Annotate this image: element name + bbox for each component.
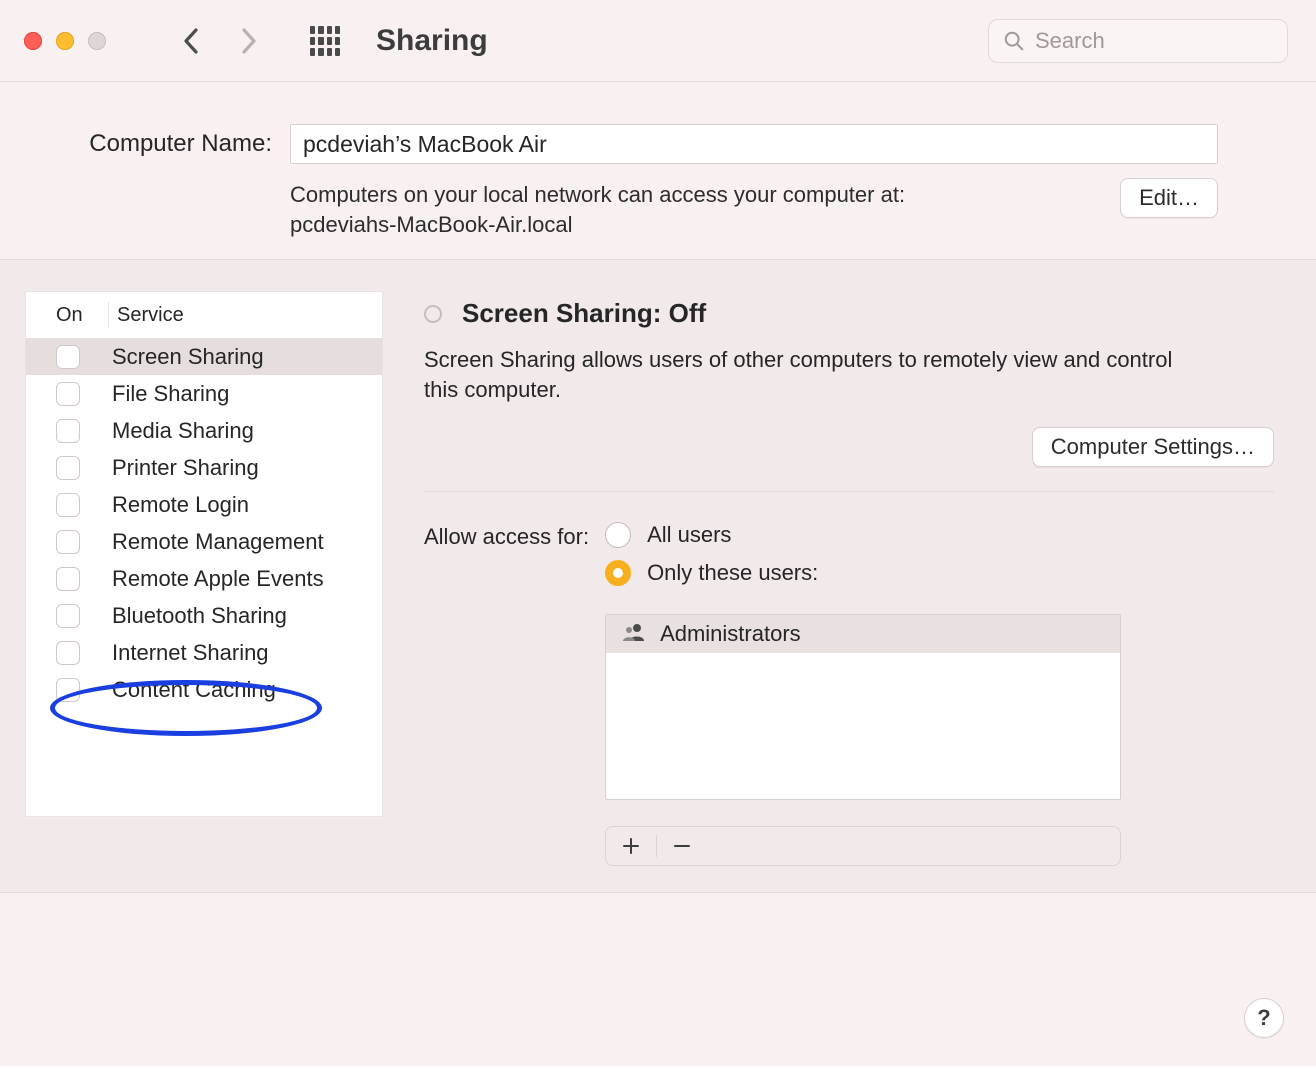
service-row[interactable]: File Sharing — [26, 375, 382, 412]
computer-name-input[interactable]: pcdeviah’s MacBook Air — [290, 124, 1218, 164]
access-radio-group: All users Only these users: — [605, 522, 1121, 866]
col-header-service: Service — [108, 302, 382, 328]
help-button[interactable]: ? — [1244, 998, 1284, 1038]
nav-buttons — [172, 21, 268, 61]
service-label: Content Caching — [80, 677, 276, 703]
show-all-prefs-button[interactable] — [310, 26, 340, 56]
service-row[interactable]: Printer Sharing — [26, 449, 382, 486]
service-status-description: Screen Sharing allows users of other com… — [424, 345, 1184, 404]
users-group-icon — [622, 621, 646, 647]
list-item[interactable]: Administrators — [606, 615, 1120, 653]
service-checkbox[interactable] — [56, 382, 80, 406]
service-row[interactable]: Remote Apple Events — [26, 560, 382, 597]
service-checkbox[interactable] — [56, 641, 80, 665]
toolbar: Sharing Search — [0, 0, 1316, 82]
allow-access-label: Allow access for: — [424, 522, 589, 550]
add-user-button[interactable] — [606, 827, 656, 865]
service-checkbox[interactable] — [56, 604, 80, 628]
remove-user-button[interactable] — [657, 827, 707, 865]
plus-icon — [622, 837, 640, 855]
service-row[interactable]: Internet Sharing — [26, 634, 382, 671]
service-detail-panel: Screen Sharing: Off Screen Sharing allow… — [424, 292, 1290, 865]
service-row[interactable]: Remote Management — [26, 523, 382, 560]
service-label: Media Sharing — [80, 418, 254, 444]
col-header-on: On — [26, 304, 108, 327]
window-controls — [24, 32, 106, 50]
service-label: File Sharing — [80, 381, 229, 407]
service-checkbox[interactable] — [56, 493, 80, 517]
computer-settings-button[interactable]: Computer Settings… — [1032, 427, 1274, 467]
service-row[interactable]: Remote Login — [26, 486, 382, 523]
service-checkbox[interactable] — [56, 345, 80, 369]
service-row[interactable]: Bluetooth Sharing — [26, 597, 382, 634]
add-remove-buttons — [605, 826, 1121, 866]
computer-name-subtext: Computers on your local network can acce… — [290, 180, 905, 239]
chevron-right-icon — [238, 27, 258, 55]
services-table-header: On Service — [26, 292, 382, 338]
services-table: On Service Screen Sharing File Sharing Med… — [26, 292, 382, 816]
search-placeholder: Search — [1035, 28, 1105, 54]
back-button[interactable] — [172, 21, 212, 61]
pane-title: Sharing — [376, 24, 488, 58]
service-row[interactable]: Content Caching — [26, 671, 382, 708]
close-window-button[interactable] — [24, 32, 42, 50]
service-label: Printer Sharing — [80, 455, 259, 481]
service-label: Screen Sharing — [80, 344, 264, 370]
minimize-window-button[interactable] — [56, 32, 74, 50]
main-area: On Service Screen Sharing File Sharing Med… — [0, 259, 1316, 892]
service-label: Remote Management — [80, 529, 324, 555]
radio-all-users[interactable]: All users — [605, 522, 1121, 548]
search-icon — [1003, 30, 1025, 52]
service-label: Internet Sharing — [80, 640, 269, 666]
computer-name-section: Computer Name: pcdeviah’s MacBook Air Co… — [0, 82, 1316, 259]
service-checkbox[interactable] — [56, 678, 80, 702]
radio-only-these-users[interactable]: Only these users: — [605, 560, 1121, 586]
service-label: Remote Login — [80, 492, 249, 518]
service-row[interactable]: Screen Sharing — [26, 338, 382, 375]
service-status-indicator-icon — [424, 305, 442, 323]
radio-icon — [605, 560, 631, 586]
users-list[interactable]: Administrators — [605, 614, 1121, 800]
computer-name-label: Computer Name: — [72, 130, 272, 158]
service-status-title: Screen Sharing: Off — [462, 298, 706, 329]
zoom-window-button[interactable] — [88, 32, 106, 50]
edit-hostname-button[interactable]: Edit… — [1120, 178, 1218, 218]
service-row[interactable]: Media Sharing — [26, 412, 382, 449]
service-label: Remote Apple Events — [80, 566, 324, 592]
minus-icon — [673, 837, 691, 855]
service-checkbox[interactable] — [56, 530, 80, 554]
service-checkbox[interactable] — [56, 419, 80, 443]
service-label: Bluetooth Sharing — [80, 603, 287, 629]
radio-icon — [605, 522, 631, 548]
chevron-left-icon — [182, 27, 202, 55]
forward-button[interactable] — [228, 21, 268, 61]
search-input[interactable]: Search — [988, 19, 1288, 63]
service-checkbox[interactable] — [56, 456, 80, 480]
service-checkbox[interactable] — [56, 567, 80, 591]
